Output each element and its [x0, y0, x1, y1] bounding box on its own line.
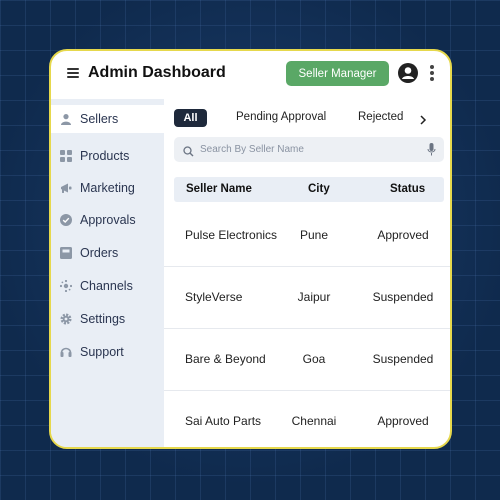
seller-manager-button[interactable]: Seller Manager: [286, 61, 389, 86]
status-cell: Suspended: [372, 352, 434, 366]
search-bar: [174, 137, 444, 162]
page-title: Admin Dashboard: [88, 64, 226, 81]
sidebar-item-orders[interactable]: Orders: [51, 239, 164, 267]
user-icon: [60, 113, 72, 125]
seller-name-cell: Bare & Beyond: [185, 352, 266, 366]
sidebar-item-label: Settings: [80, 312, 126, 326]
sidebar-item-label: Orders: [80, 246, 119, 260]
headset-icon: [60, 346, 72, 358]
table-header: Seller Name City Status: [174, 177, 444, 202]
kebab-menu-icon[interactable]: [429, 65, 435, 81]
city-cell: Jaipur: [297, 290, 331, 304]
sidebar-item-label: Approvals: [80, 213, 136, 227]
megaphone-icon: [60, 182, 72, 194]
header: Admin Dashboard Seller Manager: [51, 51, 450, 99]
sidebar-item-products[interactable]: Products: [51, 142, 164, 170]
tab-rejected[interactable]: Rejected: [358, 111, 403, 123]
table-row[interactable]: Bare & Beyond Goa Suspended: [164, 329, 450, 391]
status-cell: Approved: [377, 228, 429, 242]
hamburger-icon[interactable]: [67, 68, 79, 78]
seller-name-cell: StyleVerse: [185, 290, 243, 304]
sidebar-item-channels[interactable]: Channels: [51, 272, 164, 300]
sidebar-item-approvals[interactable]: Approvals: [51, 206, 164, 234]
seller-name-cell: Pulse Electronics: [185, 228, 278, 242]
dashboard-window: Admin Dashboard Seller Manager Sellers P…: [49, 49, 452, 449]
city-cell: Goa: [302, 352, 326, 366]
city-cell: Pune: [299, 228, 329, 242]
sidebar-item-label: Channels: [80, 279, 133, 293]
sidebar-item-marketing[interactable]: Marketing: [51, 174, 164, 202]
sidebar: Sellers Products Marketing Approvals Ord…: [51, 99, 164, 447]
sidebar-item-label: Marketing: [80, 181, 135, 195]
table-row[interactable]: StyleVerse Jaipur Suspended: [164, 267, 450, 329]
user-avatar-icon[interactable]: [398, 63, 418, 83]
search-input[interactable]: [200, 141, 420, 158]
city-cell: Chennai: [291, 414, 337, 428]
status-cell: Approved: [377, 414, 429, 428]
search-icon: [183, 144, 194, 157]
grid-icon: [60, 150, 72, 162]
sidebar-item-label: Support: [80, 345, 124, 359]
tab-pending-approval[interactable]: Pending Approval: [236, 111, 326, 123]
box-icon: [60, 247, 72, 259]
column-header-city[interactable]: City: [308, 183, 330, 195]
seller-name-cell: Sai Auto Parts: [185, 414, 262, 428]
sidebar-item-sellers[interactable]: Sellers: [51, 105, 164, 133]
gear-icon: [60, 313, 72, 325]
check-circle-icon: [60, 214, 72, 226]
sidebar-item-label: Products: [80, 149, 130, 163]
column-header-seller-name[interactable]: Seller Name: [186, 183, 252, 195]
table-row[interactable]: Pulse Electronics Pune Approved: [164, 205, 450, 267]
main-content: All Pending Approval Rejected Seller Nam…: [164, 99, 450, 447]
column-header-status[interactable]: Status: [390, 183, 425, 195]
microphone-icon[interactable]: [427, 143, 436, 156]
sidebar-item-support[interactable]: Support: [51, 338, 164, 366]
sidebar-item-label: Sellers: [80, 112, 119, 126]
chevron-right-icon[interactable]: [418, 112, 428, 125]
status-cell: Suspended: [372, 290, 434, 304]
network-icon: [60, 280, 72, 292]
table-row[interactable]: Sai Auto Parts Chennai Approved: [164, 391, 450, 447]
sidebar-item-settings[interactable]: Settings: [51, 305, 164, 333]
tab-all[interactable]: All: [174, 109, 207, 127]
